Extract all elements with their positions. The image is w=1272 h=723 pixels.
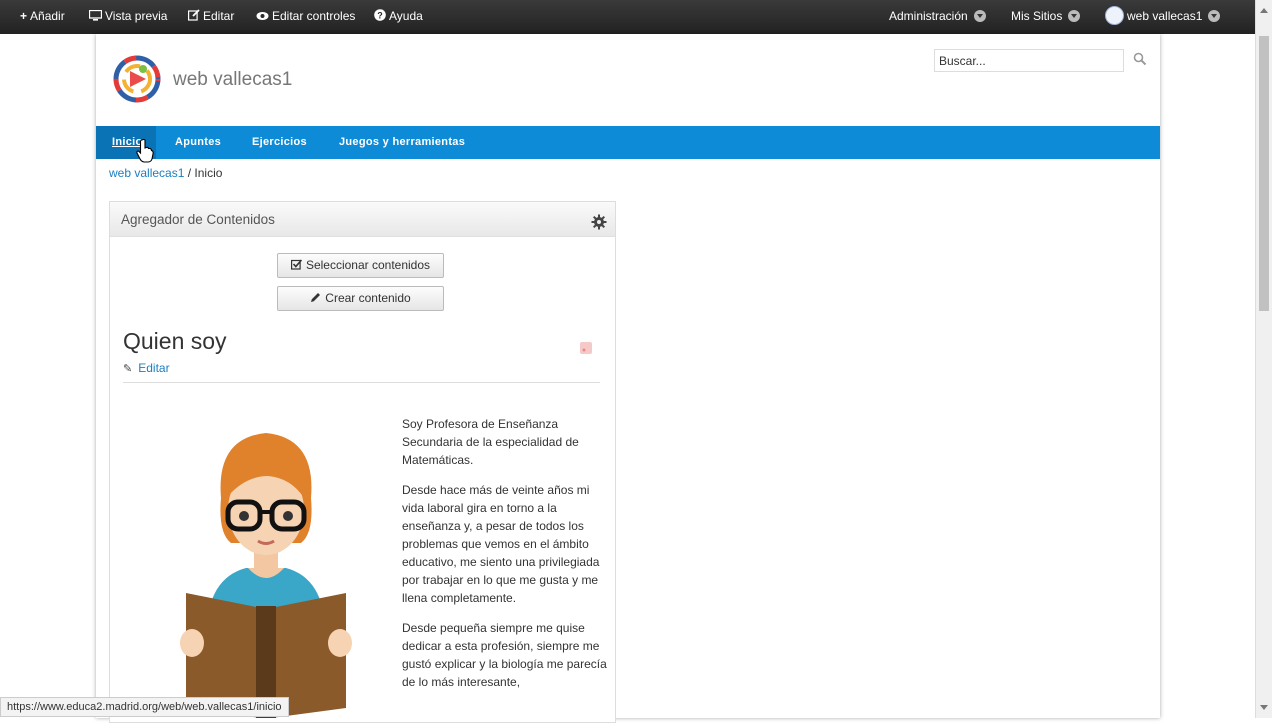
- monitor-icon: [89, 10, 102, 21]
- article-paragraph: Desde hace más de veinte años mi vida la…: [402, 483, 600, 605]
- scrollbar-thumb[interactable]: [1259, 36, 1269, 311]
- create-content-button[interactable]: Crear contenido: [277, 286, 444, 311]
- portlet-title: Agregador de Contenidos: [121, 212, 275, 227]
- chevron-down-icon: [1068, 9, 1081, 22]
- site-name[interactable]: web vallecas1: [173, 69, 292, 91]
- select-contents-button[interactable]: Seleccionar contenidos: [277, 253, 444, 278]
- edit-icon: [188, 9, 200, 21]
- breadcrumb-current: Inicio: [194, 166, 223, 180]
- breadcrumb: web vallecas1 / Inicio: [109, 166, 223, 180]
- page-container: web vallecas1 Inicio Apuntes Ejercicios …: [96, 34, 1160, 723]
- main-navigation: Inicio Apuntes Ejercicios Juegos y herra…: [96, 126, 1160, 159]
- site-logo[interactable]: [113, 55, 161, 103]
- my-sites-menu[interactable]: Mis Sitios: [1011, 0, 1081, 34]
- portlet-header: Agregador de Contenidos: [110, 202, 615, 237]
- rss-icon[interactable]: [580, 342, 592, 354]
- question-icon: ?: [374, 9, 386, 21]
- edit-pencil-icon: ✎: [123, 363, 133, 375]
- article-paragraph: Soy Profesora de Enseñanza Secundaria de…: [402, 417, 579, 467]
- gear-icon[interactable]: [591, 214, 607, 230]
- search-input[interactable]: [934, 49, 1124, 72]
- vertical-scrollbar[interactable]: [1255, 0, 1272, 718]
- content-aggregator-portlet: Agregador de Contenidos Seleccionar cont…: [109, 201, 616, 723]
- edit-article-link[interactable]: ✎ Editar: [123, 361, 170, 375]
- breadcrumb-site-link[interactable]: web vallecas1: [109, 166, 184, 180]
- chevron-down-icon: [973, 9, 986, 22]
- add-button[interactable]: + Añadir: [20, 0, 65, 34]
- edit-controls-button[interactable]: Editar controles: [256, 0, 355, 34]
- nav-item-apuntes[interactable]: Apuntes: [175, 126, 221, 159]
- article-title: Quien soy: [123, 328, 227, 354]
- teacher-reading-illustration: [180, 433, 352, 718]
- search-icon[interactable]: [1133, 52, 1147, 66]
- user-menu[interactable]: web vallecas1: [1105, 0, 1221, 34]
- edit-button[interactable]: Editar: [188, 0, 234, 34]
- scroll-down-icon[interactable]: [1260, 705, 1268, 710]
- checkbox-icon: [290, 259, 303, 270]
- preview-button[interactable]: Vista previa: [89, 0, 167, 34]
- avatar: [1105, 6, 1124, 26]
- plus-icon: +: [20, 9, 28, 23]
- nav-item-juegos[interactable]: Juegos y herramientas: [339, 126, 465, 159]
- help-button[interactable]: ? Ayuda: [374, 0, 423, 34]
- scroll-up-icon[interactable]: [1260, 8, 1268, 13]
- status-bar-url: https://www.educa2.madrid.org/web/web.va…: [0, 697, 289, 717]
- article-body: Soy Profesora de Enseñanza Secundaria de…: [402, 415, 607, 703]
- mouse-pointer-hand-icon: [136, 139, 154, 163]
- admin-toolbar: + Añadir Vista previa Editar Editar contr…: [0, 0, 1256, 34]
- article-paragraph: Desde pequeña siempre me quise dedicar a…: [402, 621, 607, 689]
- eye-icon: [256, 12, 269, 20]
- divider: [123, 382, 600, 383]
- admin-menu[interactable]: Administración: [889, 0, 986, 34]
- pencil-icon: [311, 293, 321, 302]
- nav-item-ejercicios[interactable]: Ejercicios: [252, 126, 307, 159]
- chevron-down-icon: [1208, 9, 1221, 22]
- svg-text:?: ?: [377, 10, 383, 20]
